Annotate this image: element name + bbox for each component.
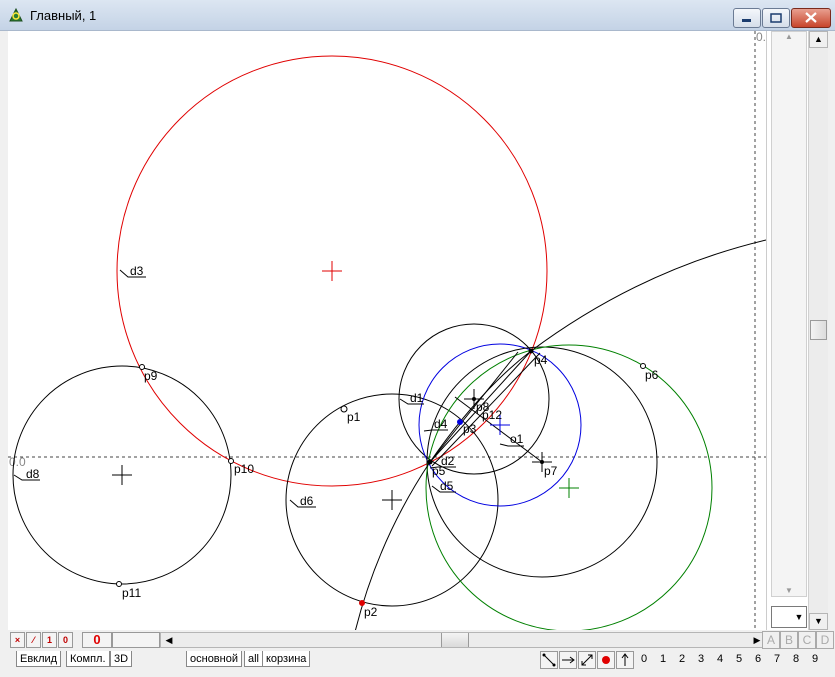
vertical-scroll-thumb[interactable] bbox=[810, 320, 827, 340]
cross-d3-center bbox=[322, 261, 342, 281]
scroll-left-icon[interactable]: ◀ bbox=[161, 633, 177, 647]
label-p3: p3 bbox=[463, 422, 477, 436]
window-title: Главный, 1 bbox=[30, 8, 97, 23]
drawing-canvas[interactable]: 0.0 0.0 bbox=[8, 31, 766, 630]
geometry-drawing: 0.0 0.0 bbox=[8, 31, 766, 630]
arrow-up-icon bbox=[621, 653, 629, 666]
restore-icon bbox=[770, 13, 782, 23]
layer-button-c[interactable]: C bbox=[798, 631, 816, 649]
label-p11: p11 bbox=[122, 586, 141, 600]
close-icon bbox=[805, 12, 817, 23]
label-p9: p9 bbox=[144, 369, 158, 383]
digit-8[interactable]: 8 bbox=[790, 653, 802, 665]
side-panel-scrollbar[interactable]: ▲ ▼ bbox=[771, 31, 807, 597]
maximize-button[interactable] bbox=[762, 8, 790, 28]
close-button[interactable] bbox=[791, 8, 831, 28]
side-panel: ▲ ▼ ▼ bbox=[766, 31, 809, 630]
tab-3d[interactable]: 3D bbox=[110, 651, 133, 667]
horizontal-scrollbar[interactable]: ◀ ▶ bbox=[160, 632, 766, 648]
minimize-icon bbox=[742, 19, 751, 22]
digit-2[interactable]: 2 bbox=[676, 653, 688, 665]
zero-small-button[interactable]: 0 bbox=[58, 632, 73, 648]
label-o1: o1 bbox=[510, 432, 524, 446]
digit-4[interactable]: 4 bbox=[714, 653, 726, 665]
label-p4: p4 bbox=[534, 353, 548, 367]
tool-segment-button[interactable] bbox=[540, 651, 558, 669]
label-d3: d3 bbox=[130, 264, 144, 278]
tab-evklid[interactable]: Евклид bbox=[16, 651, 62, 667]
label-d1: d1 bbox=[410, 391, 424, 405]
scroll-down-button[interactable]: ▼ bbox=[809, 613, 828, 630]
label-p10: p10 bbox=[234, 462, 254, 476]
cross-d8-center bbox=[112, 465, 132, 485]
bottom-toolbar-row1: × ⁄ 1 0 0 ◀ ▶ A B C D bbox=[8, 631, 835, 649]
label-p6: p6 bbox=[645, 368, 659, 382]
digit-6[interactable]: 6 bbox=[752, 653, 764, 665]
delete-button[interactable]: × bbox=[10, 632, 25, 648]
axis-label-top: 0.0 bbox=[756, 31, 766, 44]
layer-button-b[interactable]: B bbox=[780, 631, 798, 649]
bottom-toolbar-row2: Евклид Компл. 3D основной all корзина 0 … bbox=[8, 649, 835, 671]
label-p7: p7 bbox=[544, 464, 558, 478]
layer-button-a[interactable]: A bbox=[762, 631, 780, 649]
digit-0[interactable]: 0 bbox=[638, 653, 650, 665]
chevron-down-icon[interactable]: ▼ bbox=[792, 607, 806, 627]
curve-line[interactable] bbox=[355, 239, 766, 630]
blank-field bbox=[112, 632, 160, 648]
tab-osnovnoy[interactable]: основной bbox=[186, 651, 242, 667]
side-scroll-up-icon[interactable]: ▲ bbox=[772, 32, 806, 42]
label-d5: d5 bbox=[440, 479, 454, 493]
tool-up-button[interactable] bbox=[616, 651, 634, 669]
label-d6: d6 bbox=[300, 494, 314, 508]
one-button[interactable]: 1 bbox=[42, 632, 57, 648]
tool-record-button[interactable] bbox=[597, 651, 615, 669]
label-p12: p12 bbox=[482, 408, 502, 422]
cross-green-center bbox=[559, 478, 579, 498]
point-p10[interactable] bbox=[228, 458, 234, 464]
segment-icon bbox=[542, 653, 556, 667]
layer-button-d[interactable]: D bbox=[816, 631, 834, 649]
tool-resize-button[interactable] bbox=[578, 651, 596, 669]
minimize-button[interactable] bbox=[733, 8, 761, 28]
digit-7[interactable]: 7 bbox=[771, 653, 783, 665]
digit-5[interactable]: 5 bbox=[733, 653, 745, 665]
label-p1: p1 bbox=[347, 410, 361, 424]
label-p5: p5 bbox=[432, 464, 446, 478]
point-p11[interactable] bbox=[116, 581, 122, 587]
horizontal-scroll-thumb[interactable] bbox=[441, 633, 469, 647]
vertical-scrollbar[interactable]: ▲ ▼ bbox=[808, 31, 828, 630]
side-panel-combo[interactable]: ▼ bbox=[771, 606, 807, 628]
tab-kompl[interactable]: Компл. bbox=[66, 651, 110, 667]
tab-korzina[interactable]: корзина bbox=[262, 651, 311, 667]
record-dot-icon bbox=[602, 656, 610, 664]
point-p4[interactable] bbox=[528, 348, 534, 354]
arrow-right-icon bbox=[562, 656, 575, 664]
label-p2: p2 bbox=[364, 605, 378, 619]
tab-all[interactable]: all bbox=[244, 651, 264, 667]
line-tool-button[interactable]: ⁄ bbox=[26, 632, 41, 648]
digit-1[interactable]: 1 bbox=[657, 653, 669, 665]
label-d4: d4 bbox=[434, 417, 448, 431]
cross-d6-center bbox=[382, 490, 402, 510]
axis-label-left: 0.0 bbox=[9, 455, 26, 469]
digit-9[interactable]: 9 bbox=[809, 653, 821, 665]
label-d8: d8 bbox=[26, 467, 40, 481]
digit-3[interactable]: 3 bbox=[695, 653, 707, 665]
side-scroll-down-icon[interactable]: ▼ bbox=[772, 586, 806, 596]
title-bar: Главный, 1 bbox=[0, 0, 835, 31]
point-p3[interactable] bbox=[457, 419, 463, 425]
app-icon bbox=[9, 7, 23, 22]
diagonal-arrow-icon bbox=[581, 654, 593, 666]
counter-display: 0 bbox=[82, 632, 112, 648]
tool-ray-button[interactable] bbox=[559, 651, 577, 669]
scroll-up-button[interactable]: ▲ bbox=[809, 31, 828, 48]
